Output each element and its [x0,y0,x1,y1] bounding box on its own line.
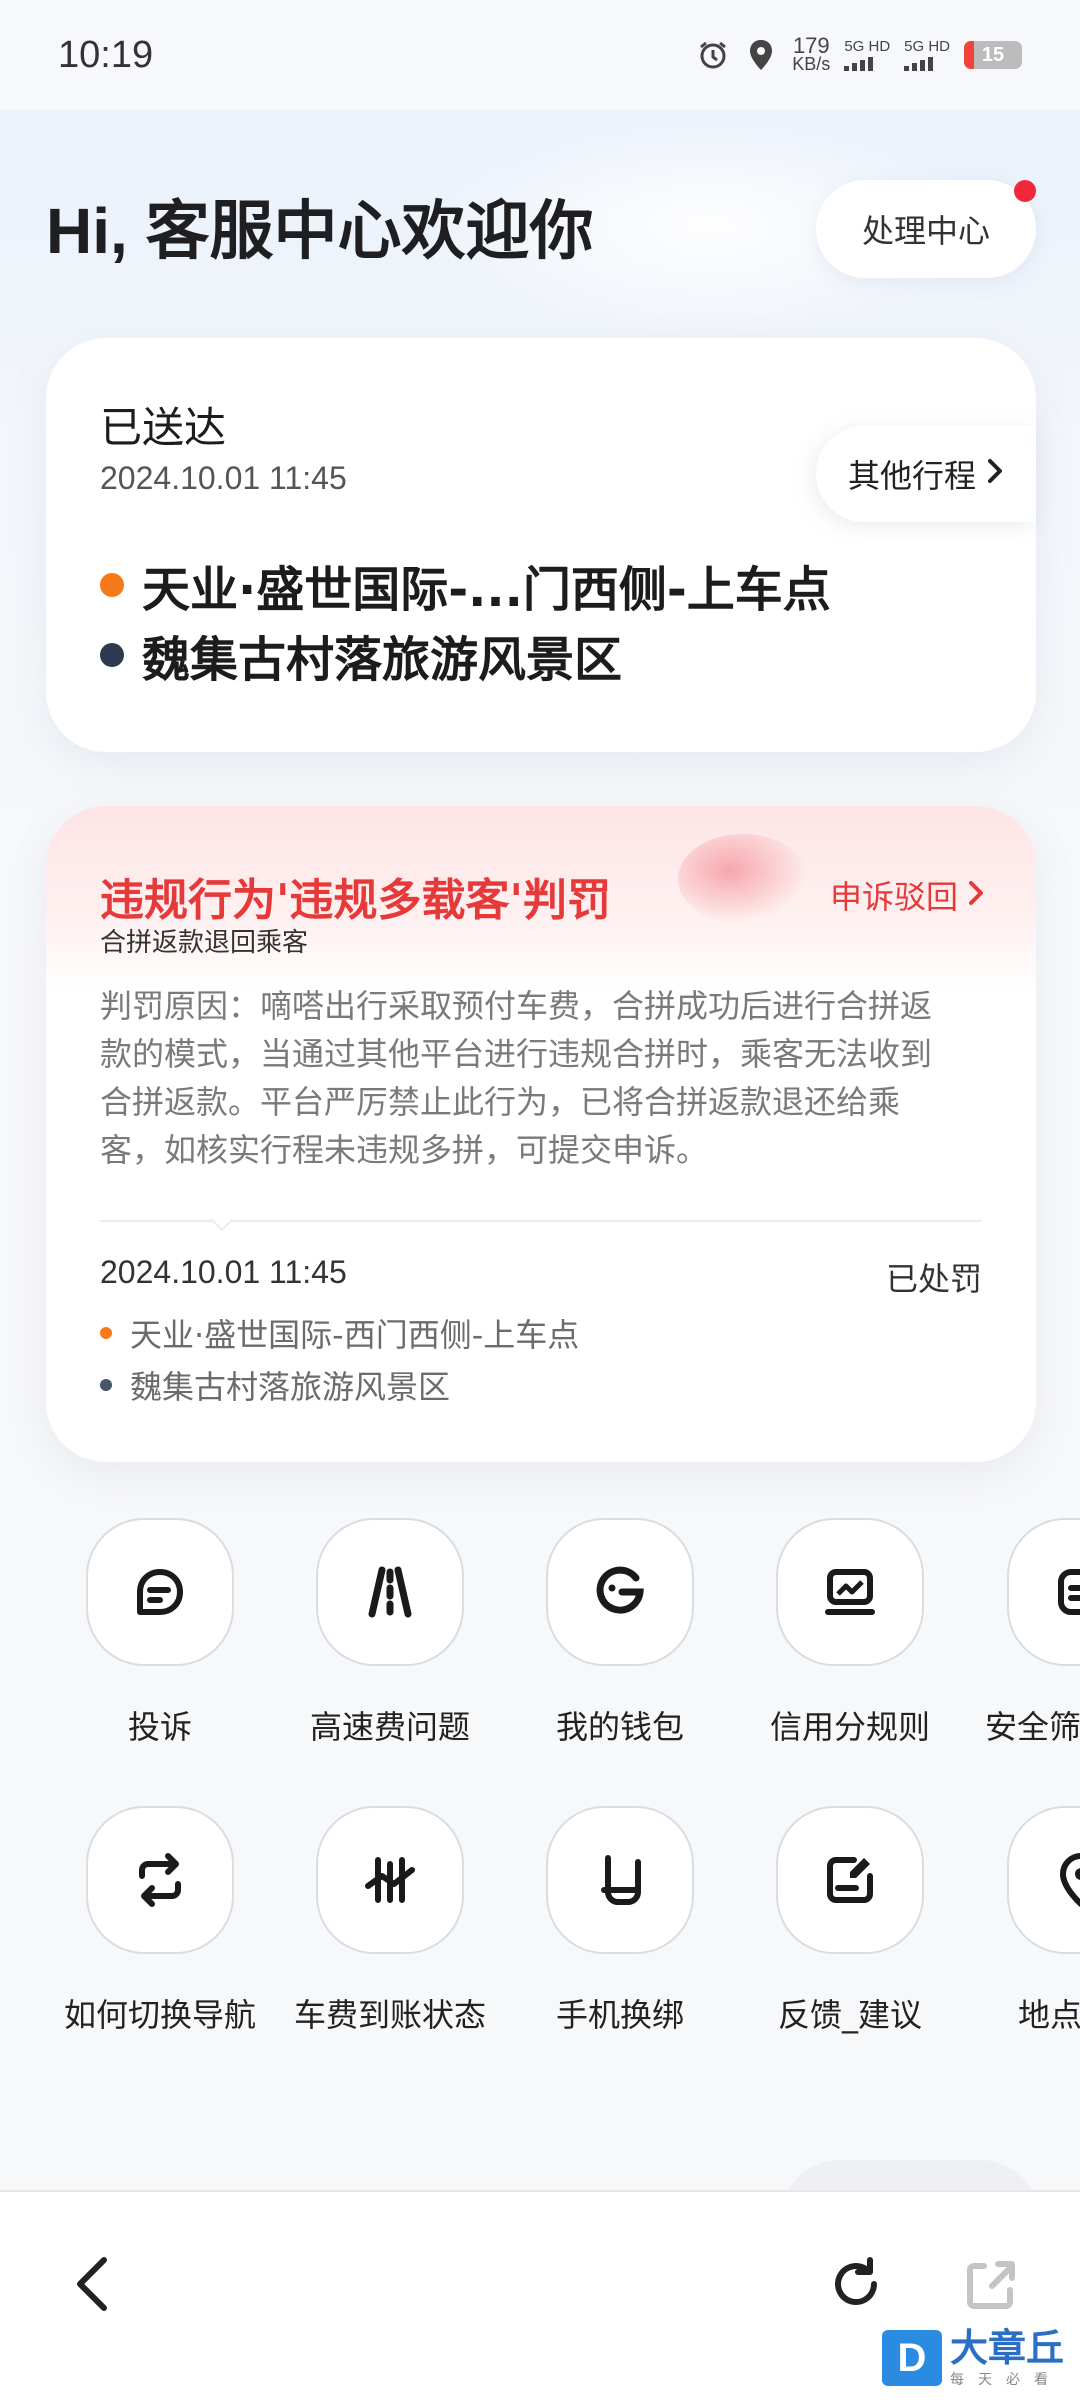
sim1-label: 5G HD [844,38,891,55]
network-speed: 179 KB/s [792,33,831,74]
quick-action-safety[interactable]: 安全筛 [965,1518,1080,1748]
quick-action-label: 反馈_建议 [777,1996,922,2034]
highway-icon [316,1518,464,1666]
watermark-tagline: 每天必看 [950,2372,1062,2388]
violation-start-location: 天业·盛世国际-西门西侧-上车点 [100,1310,579,1356]
trip-end-label: 魏集古村落旅游风景区 [142,632,623,688]
quick-action-highway-fee[interactable]: 高速费问题 [275,1518,505,1748]
quick-action-label: 信用分规则 [769,1708,930,1746]
quick-action-label: 如何切换导航 [63,1996,256,2034]
refresh-icon[interactable] [824,2252,888,2316]
quick-action-label: 地点 [1018,1996,1080,2034]
trip-end-location: 魏集古村落旅游风景区 [100,620,622,690]
chevron-right-icon [968,876,984,914]
signal-bars-icon [904,55,934,71]
violation-state: 已处罚 [885,1260,982,1298]
sim1-signal: 5G HD [844,39,890,71]
start-dot-icon [100,1327,112,1339]
reason-line: 款的模式，当通过其他平台进行违规合拼时，乘客无法收到 [100,1035,933,1073]
violation-time: 2024.10.01 11:45 [100,1254,347,1290]
violation-decoration-icon [678,834,808,924]
status-indicators: 179 KB/s 5G HD 5G HD 15 [696,33,1022,74]
page-title: Hi, 客服中心欢迎你 [46,195,594,267]
reason-line: 合拼返款。平台严厉禁止此行为，已将合拼返款退还给乘 [100,1083,901,1121]
chat-complaint-icon [86,1518,234,1666]
start-dot-icon [100,573,124,597]
quick-action-label: 车费到账状态 [293,1996,486,2034]
alarm-icon [696,38,730,72]
trip-start-location: 天业·盛世国际-...门西侧-上车点 [100,550,831,620]
quick-action-place[interactable]: 地点 [965,1806,1080,2036]
quick-action-phone-rebind[interactable]: 手机换绑 [505,1806,735,2036]
trip-status: 已送达 [100,403,227,452]
trip-start-label: 天业·盛世国际-...门西侧-上车点 [142,562,831,618]
share-icon[interactable] [958,2252,1022,2316]
notification-dot [1014,180,1036,202]
feedback-icon [776,1806,924,1954]
trip-card[interactable]: 已送达 2024.10.01 11:45 其他行程 天业·盛世国际-...门西侧… [46,338,1036,752]
other-trips-button[interactable]: 其他行程 [816,426,1036,522]
violation-end-location: 魏集古村落旅游风景区 [100,1362,450,1408]
status-time: 10:19 [58,33,154,76]
place-icon [1007,1806,1080,1954]
battery-level: 15 [981,43,1005,66]
violation-start-label: 天业·盛世国际-西门西侧-上车点 [130,1316,580,1354]
credit-score-icon [776,1518,924,1666]
end-dot-icon [100,1379,112,1391]
quick-action-wallet[interactable]: 我的钱包 [505,1518,735,1748]
reason-line: 客，如核实行程未违规多拼，可提交申诉。 [100,1131,709,1169]
trip-time: 2024.10.01 11:45 [100,460,347,496]
violation-title: 违规行为'违规多载客'判罚 [100,875,611,926]
quick-action-label: 高速费问题 [309,1708,470,1746]
signal-bars-icon [844,55,874,71]
watermark-logo: D [882,2330,942,2386]
quick-action-fare-status[interactable]: 车费到账状态 [275,1806,505,2036]
battery-icon: 15 [964,41,1022,69]
fare-status-icon [316,1806,464,1954]
quick-action-complaint[interactable]: 投诉 [45,1518,275,1748]
switch-navigation-icon [86,1806,234,1954]
quick-action-switch-navigation[interactable]: 如何切换导航 [45,1806,275,2036]
speed-unit: KB/s [792,54,831,74]
wallet-icon [546,1518,694,1666]
divider-notch [210,1208,234,1232]
location-icon [744,38,778,72]
status-bar: 10:19 179 KB/s 5G HD 5G HD 15 [0,0,1080,110]
process-center-button[interactable]: 处理中心 [816,180,1036,278]
safety-icon [1007,1518,1080,1666]
phone-rebind-icon [546,1806,694,1954]
sim2-signal: 5G HD [904,39,950,71]
sim2-label: 5G HD [904,38,950,55]
watermark: D 大章丘 每天必看 [878,2316,1080,2400]
watermark-brand: 大章丘 [950,2326,1065,2370]
reason-line: 判罚原因：嘀嗒出行采取预付车费，合拼成功后进行合拼返 [100,987,933,1025]
watermark-text: 大章丘 每天必看 [950,2327,1064,2389]
quick-action-label: 安全筛 [985,1708,1080,1746]
violation-card: 违规行为'违规多载客'判罚 合拼返款退回乘客 申诉驳回 判罚原因：嘀嗒出行采取预… [46,806,1036,1462]
appeal-rejected-link[interactable]: 申诉驳回 [830,872,984,918]
violation-reason: 判罚原因：嘀嗒出行采取预付车费，合拼成功后进行合拼返 款的模式，当通过其他平台进… [100,982,990,1174]
other-trips-label: 其他行程 [847,457,976,495]
chevron-right-icon [986,455,1004,493]
appeal-label: 申诉驳回 [829,878,958,916]
quick-action-label: 投诉 [127,1708,192,1746]
violation-end-label: 魏集古村落旅游风景区 [130,1368,451,1406]
quick-action-label: 我的钱包 [555,1708,684,1746]
quick-action-label: 手机换绑 [555,1996,684,2034]
back-icon[interactable] [60,2252,124,2316]
quick-action-feedback[interactable]: 反馈_建议 [735,1806,965,2036]
end-dot-icon [100,643,124,667]
speed-value: 179 [792,33,830,58]
violation-subtitle: 合拼返款退回乘客 [100,928,309,958]
quick-action-credit-rules[interactable]: 信用分规则 [735,1518,965,1748]
